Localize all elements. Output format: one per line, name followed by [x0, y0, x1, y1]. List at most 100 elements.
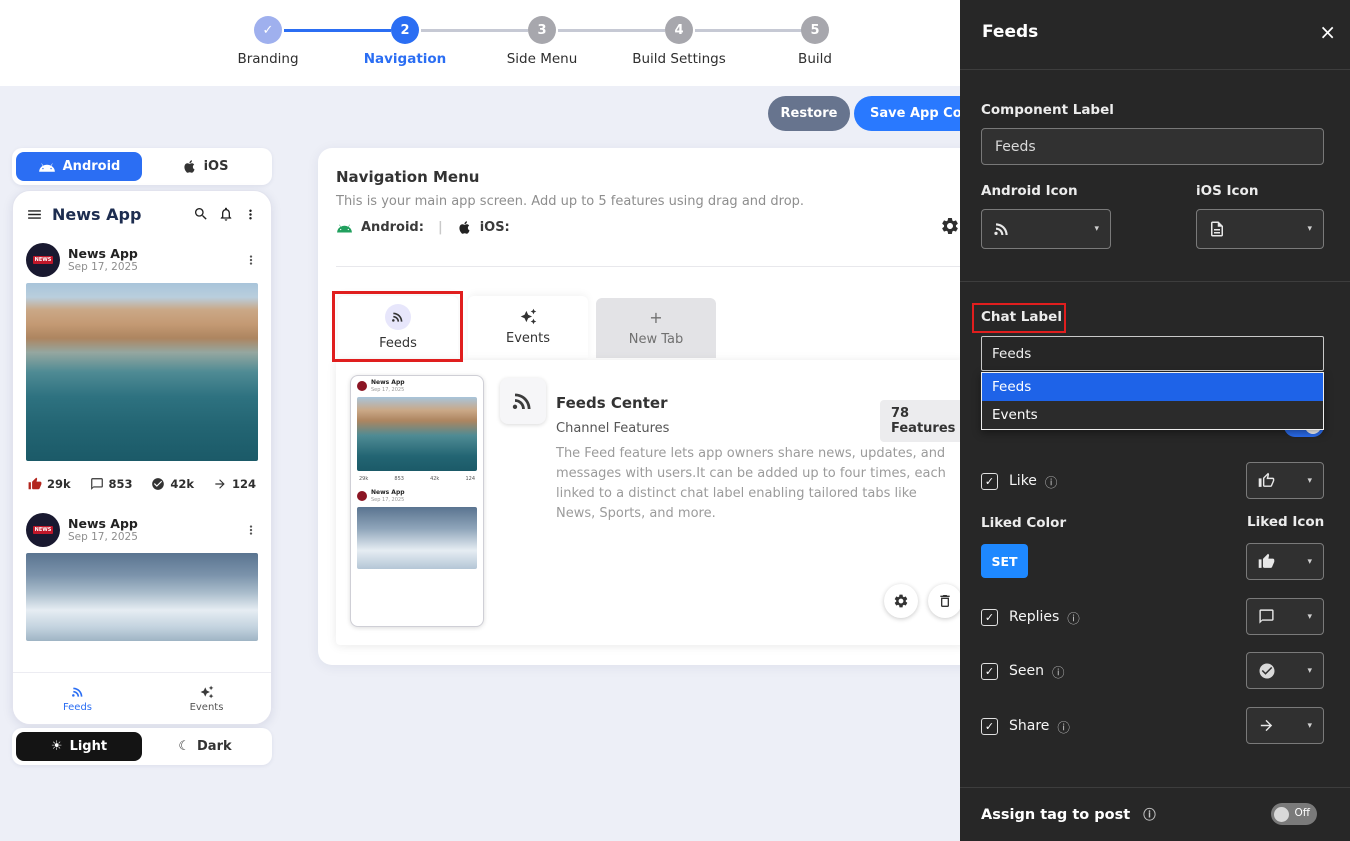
step-build-settings-label[interactable]: Build Settings — [632, 51, 726, 67]
step-side-menu-label[interactable]: Side Menu — [507, 51, 578, 67]
shares-stat[interactable]: 124 — [213, 477, 256, 491]
step-branding-circle[interactable]: ✓ — [254, 16, 282, 44]
moon-icon: ☾ — [178, 739, 190, 754]
option-feeds[interactable]: Feeds — [982, 373, 1323, 401]
tab-new-tab[interactable]: + New Tab — [596, 298, 716, 358]
ios-toggle[interactable]: iOS — [142, 152, 268, 181]
info-icon[interactable]: ⓘ — [1057, 717, 1070, 736]
restore-button[interactable]: Restore — [768, 96, 850, 131]
seen-label: Seen — [1009, 663, 1044, 679]
seen-checkbox[interactable]: ✓ — [981, 663, 998, 680]
liked-icon-label: Liked Icon — [1247, 514, 1324, 530]
avatar — [357, 381, 367, 391]
chevron-down-icon: ▾ — [1094, 224, 1099, 234]
close-icon[interactable]: × — [1319, 20, 1336, 44]
apple-icon — [457, 220, 472, 235]
mini-post-image-venice — [357, 397, 477, 471]
sun-icon: ☀ — [51, 739, 63, 754]
info-icon[interactable]: ⓘ — [1143, 807, 1156, 822]
feature-subtitle: Channel Features — [556, 421, 669, 436]
kebab-icon[interactable] — [244, 523, 258, 537]
replies-icon-dropdown[interactable]: ▾ — [1246, 598, 1324, 635]
phone-preview: News App NEWS News App Sep 17, 2025 29k … — [12, 190, 272, 725]
android-icon-label: Android Icon — [981, 183, 1078, 199]
likes-stat[interactable]: 29k — [28, 477, 71, 491]
trash-icon — [937, 593, 953, 609]
gear-icon[interactable] — [940, 216, 960, 236]
ios-icon-dropdown[interactable]: ▾ — [1196, 209, 1324, 249]
seen-stat[interactable]: 42k — [151, 477, 194, 491]
theme-toggle: ☀ Light ☾ Dark — [12, 728, 272, 765]
feature-settings-button[interactable] — [884, 584, 918, 618]
navigation-menu-card: Navigation Menu This is your main app sc… — [318, 148, 985, 665]
check-circle-icon — [151, 477, 165, 491]
kebab-icon[interactable] — [244, 253, 258, 267]
chevron-down-icon: ▾ — [1307, 224, 1312, 234]
like-checkbox[interactable]: ✓ — [981, 473, 998, 490]
share-row: ✓ Share ⓘ ▾ — [981, 707, 1324, 745]
phone-tab-feeds[interactable]: Feeds — [13, 673, 142, 724]
comment-icon — [90, 477, 104, 491]
post-author: News App — [68, 246, 236, 262]
apple-icon — [182, 159, 197, 174]
step-side-menu-circle[interactable]: 3 — [528, 16, 556, 44]
stepper-line — [695, 29, 802, 32]
check-circle-icon — [1258, 662, 1276, 680]
step-build-settings-circle[interactable]: 4 — [665, 16, 693, 44]
divider — [960, 69, 1350, 70]
comments-stat[interactable]: 853 — [90, 477, 133, 491]
kebab-icon[interactable] — [243, 207, 258, 222]
step-navigation-label[interactable]: Navigation — [364, 51, 447, 67]
step-build-circle[interactable]: 5 — [801, 16, 829, 44]
component-label-input[interactable] — [981, 128, 1324, 165]
hamburger-icon[interactable] — [26, 206, 43, 223]
step-branding-label[interactable]: Branding — [237, 51, 298, 67]
chat-label-select[interactable]: Feeds — [981, 336, 1324, 371]
phone-tab-events[interactable]: Events — [142, 673, 271, 724]
feeds-settings-panel: Feeds × Component Label Android Icon iOS… — [960, 0, 1350, 841]
mini-post-stats: 29k 853 42k 124 — [351, 472, 483, 486]
light-theme-toggle[interactable]: ☀ Light — [16, 732, 142, 761]
like-label: Like — [1009, 473, 1037, 489]
assign-tag-label: Assign tag to post ⓘ — [981, 804, 1156, 823]
step-navigation-circle[interactable]: 2 — [391, 16, 419, 44]
rss-icon — [993, 220, 1011, 238]
info-icon[interactable]: ⓘ — [1045, 472, 1058, 491]
assign-tag-toggle[interactable]: Off — [1271, 803, 1317, 825]
avatar — [357, 491, 367, 501]
info-icon[interactable]: ⓘ — [1067, 608, 1080, 627]
info-icon[interactable]: ⓘ — [1052, 662, 1065, 681]
mini-post-image-snow — [357, 507, 477, 569]
card-title: Navigation Menu — [336, 168, 479, 186]
like-icon-dropdown[interactable]: ▾ — [1246, 462, 1324, 499]
os-icon-row: Android: | iOS: — [336, 220, 510, 235]
set-color-button[interactable]: SET — [981, 544, 1028, 578]
phone-app-title: News App — [52, 205, 184, 224]
step-build-label[interactable]: Build — [798, 51, 832, 67]
replies-checkbox[interactable]: ✓ — [981, 609, 998, 626]
share-icon-dropdown[interactable]: ▾ — [1246, 707, 1324, 744]
feature-title: Feeds Center — [556, 394, 667, 412]
avatar: NEWS — [26, 243, 60, 277]
android-toggle[interactable]: Android — [16, 152, 142, 181]
android-icon-dropdown[interactable]: ▾ — [981, 209, 1111, 249]
avatar: NEWS — [26, 513, 60, 547]
divider: | — [438, 220, 443, 235]
sparkle-icon — [200, 685, 214, 699]
android-icon — [38, 161, 56, 172]
share-label: Share — [1009, 718, 1049, 734]
share-checkbox[interactable]: ✓ — [981, 718, 998, 735]
bell-icon[interactable] — [218, 206, 234, 222]
thumb-up-icon — [28, 477, 42, 491]
stepper-line — [284, 29, 391, 32]
thumb-up-filled-icon — [1258, 553, 1275, 570]
seen-icon-dropdown[interactable]: ▾ — [1246, 652, 1324, 689]
post-author: News App — [68, 516, 236, 532]
search-icon[interactable] — [193, 206, 209, 222]
feature-delete-button[interactable] — [928, 584, 962, 618]
tab-events[interactable]: Events — [468, 296, 588, 358]
option-events[interactable]: Events — [982, 401, 1323, 429]
liked-icon-dropdown[interactable]: ▾ — [1246, 543, 1324, 580]
like-row: ✓ Like ⓘ ▾ — [981, 462, 1324, 500]
dark-theme-toggle[interactable]: ☾ Dark — [142, 732, 268, 761]
